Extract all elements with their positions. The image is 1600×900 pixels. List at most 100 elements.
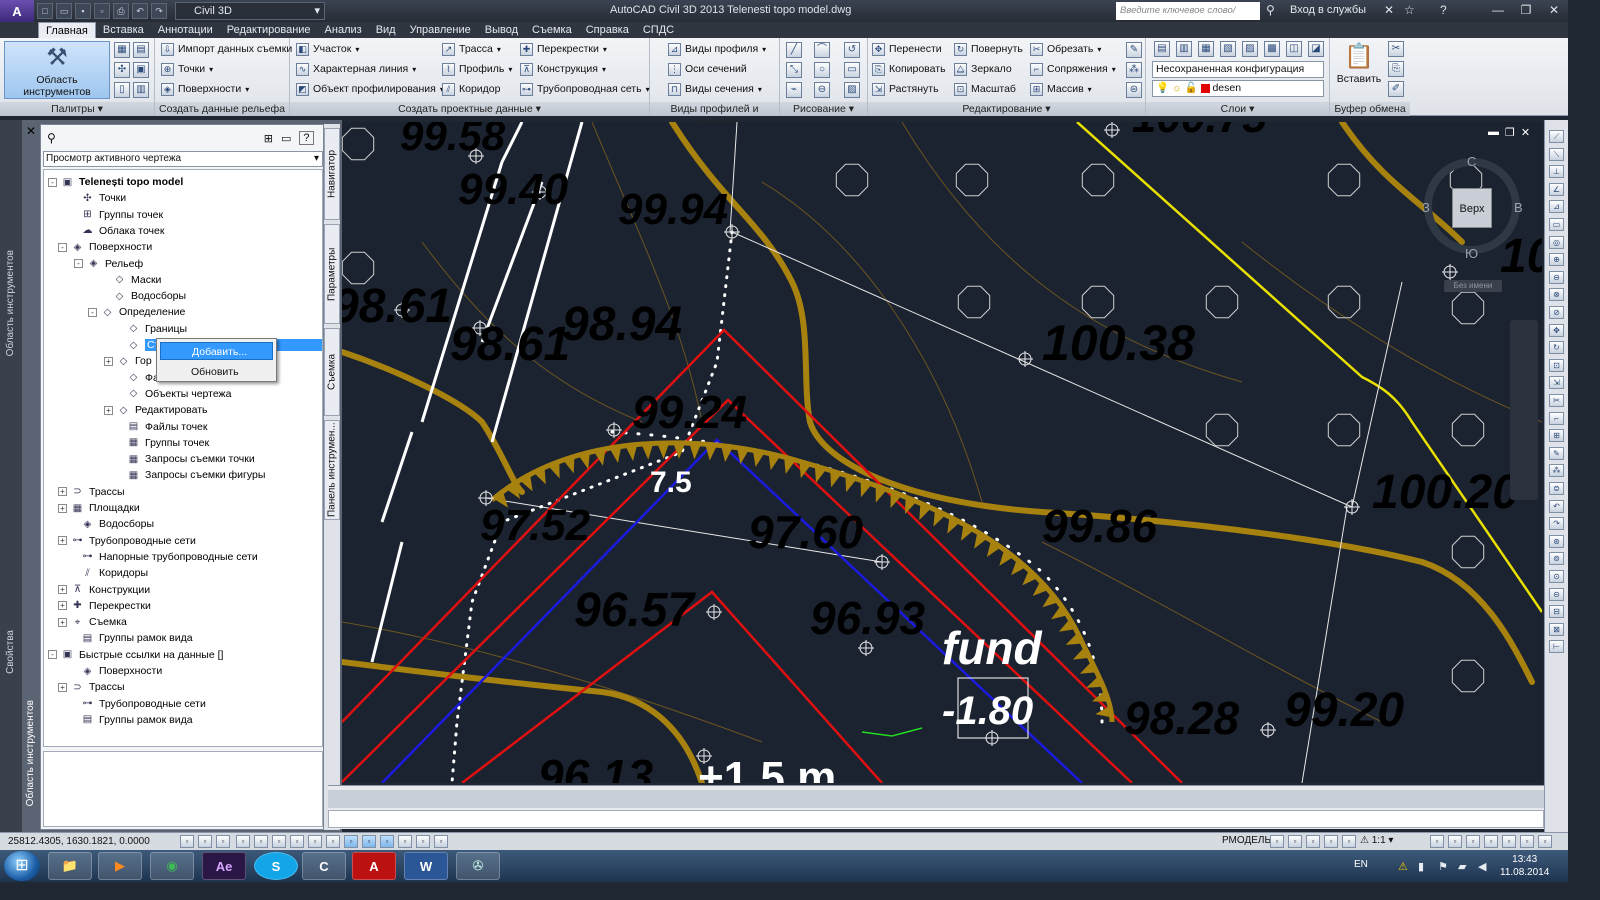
tree-node[interactable]: + ⊼ Конструкции (58, 582, 150, 598)
status-toggle-icon[interactable]: ▫ (326, 835, 340, 848)
help-toolspace-icon[interactable]: ? (299, 131, 314, 145)
tree-node[interactable]: + ◇ Редактировать (104, 402, 208, 418)
tree-node[interactable]: - ▣ Telenești topo model (48, 174, 183, 190)
strip-label-toolspace[interactable]: Область инструментов (5, 250, 16, 356)
close-icon[interactable]: ✕ (1540, 0, 1568, 20)
stretch-button[interactable]: ⇲ Растянуть (872, 80, 939, 98)
skype-icon[interactable]: S (254, 852, 298, 880)
tree-node[interactable]: ◇ Водосборы (100, 288, 186, 304)
expand-toggle-icon[interactable]: + (58, 503, 67, 513)
status-toggle-icon[interactable]: ▫ (216, 835, 230, 848)
new-file-icon[interactable]: □ (37, 3, 53, 19)
save-icon[interactable]: ▪ (75, 3, 91, 19)
tree-view-icon[interactable]: ⊞ (264, 132, 273, 145)
layer-freeze-icon[interactable]: ◫ (1286, 41, 1302, 57)
survey-icon[interactable]: ✣ (114, 62, 130, 78)
pipenet-button[interactable]: ⊶ Трубопроводная сеть ▾ (520, 80, 650, 98)
alignment-button[interactable]: ↗ Трасса ▾ (442, 40, 501, 58)
tab-toolbox[interactable]: Панель инструмен... (324, 420, 340, 520)
layer-isolate-icon[interactable]: ▨ (1242, 41, 1258, 57)
tree-node[interactable]: ✣ Точки (68, 190, 126, 206)
tree-node[interactable]: ⊶ Трубопроводные сети (68, 696, 206, 712)
binoculars-icon[interactable]: ⚲ (1266, 3, 1275, 17)
right-tool-icon[interactable]: ⊙ (1549, 570, 1564, 583)
warning-tray-icon[interactable]: ⚠ (1398, 860, 1408, 873)
app-icon[interactable]: ✇ (456, 852, 500, 880)
status-toggle-icon[interactable]: ▫ (398, 835, 412, 848)
saveas-icon[interactable]: ▫ (94, 3, 110, 19)
tree-node[interactable]: ⫽ Коридоры (68, 565, 148, 581)
status-toggle-icon[interactable]: ▫ (254, 835, 268, 848)
undo-icon[interactable]: ↶ (132, 3, 148, 19)
compass-north[interactable]: С (1467, 154, 1476, 169)
right-tool-icon[interactable]: ⊘ (1549, 306, 1564, 319)
status-tool-icon[interactable]: ▫ (1520, 835, 1534, 848)
star-icon[interactable]: ☆ (1404, 3, 1415, 17)
panel-clipboard-title[interactable]: Буфер обмена (1330, 102, 1410, 116)
tree-node[interactable]: + ⊃ Трассы (58, 484, 125, 500)
chrome-icon[interactable]: ◉ (150, 852, 194, 880)
toolbox-icon[interactable]: ▯ (114, 82, 130, 98)
right-tool-icon[interactable]: ⊜ (1549, 482, 1564, 495)
spline-icon[interactable]: ⌁ (786, 82, 802, 98)
tree-node[interactable]: ⊶ Напорные трубопроводные сети (68, 549, 258, 565)
right-tool-icon[interactable]: ⟍ (1549, 147, 1564, 161)
right-tool-icon[interactable]: ⟋ (1549, 130, 1564, 143)
line-icon[interactable]: ╱ (786, 42, 802, 58)
status-tool-icon[interactable]: ▫ (1484, 835, 1498, 848)
status-toggle-icon[interactable]: ▫ (380, 835, 394, 848)
tab-home[interactable]: Главная (38, 22, 96, 38)
expand-toggle-icon[interactable]: + (58, 487, 67, 497)
right-tool-icon[interactable]: ⊠ (1549, 622, 1564, 636)
right-tool-icon[interactable]: ✥ (1549, 323, 1564, 337)
status-tool-icon[interactable]: ▫ (1448, 835, 1462, 848)
grading-button[interactable]: ◩Объект профилирования▾ (296, 80, 444, 98)
expand-toggle-icon[interactable]: - (48, 177, 57, 187)
tab-spds[interactable]: СПДС (636, 22, 681, 38)
tree-node[interactable]: + ⊃ Трассы (58, 679, 125, 695)
paste-button[interactable]: 📋 Вставить (1336, 41, 1382, 85)
word-icon[interactable]: W (404, 852, 448, 880)
status-tool-icon[interactable]: ▫ (1342, 835, 1356, 848)
tree-node[interactable]: - ◇ Определение (88, 304, 185, 320)
status-toggle-icon[interactable]: ▫ (434, 835, 448, 848)
tree-node[interactable]: ◈ Водосборы (68, 516, 154, 532)
tree-node[interactable]: + ◇ Гор (104, 353, 152, 369)
tree-node[interactable]: ◇ Маски (100, 272, 162, 288)
status-toggle-icon[interactable]: ▫ (308, 835, 322, 848)
tab-analyze[interactable]: Анализ (318, 22, 369, 38)
status-tool-icon[interactable]: ▫ (1306, 835, 1320, 848)
right-tool-icon[interactable]: ⊡ (1549, 358, 1564, 372)
polyline2-icon[interactable]: ⤡ (786, 62, 802, 78)
parcel-button[interactable]: ◧ Участок ▾ (296, 40, 359, 58)
tree-node[interactable]: ▤ Группы рамок вида (68, 712, 193, 728)
tab-navigator[interactable]: Навигатор (324, 128, 340, 220)
panel-design-title[interactable]: Создать проектные данные ▾ (290, 102, 649, 116)
rotate-button[interactable]: ↻ Повернуть (954, 40, 1023, 58)
model-space-button[interactable]: РМОДЕЛЬ (1222, 835, 1271, 846)
volume-tray-icon[interactable]: ◀ (1478, 860, 1486, 873)
polyline-icon[interactable]: ⌒ (814, 42, 830, 58)
panel-palettes-title[interactable]: Палитры ▾ (0, 102, 154, 116)
properties-icon[interactable]: ▣ (133, 62, 149, 78)
status-toggle-icon[interactable]: ▫ (290, 835, 304, 848)
viewcube-face[interactable]: Верх (1452, 188, 1492, 228)
after-effects-icon[interactable]: Ae (202, 852, 246, 880)
layer-combo[interactable]: 💡 ☼ 🔓 desen (1152, 80, 1324, 97)
tab-help[interactable]: Справка (579, 22, 636, 38)
tree-node[interactable]: ▦ Группы точек (114, 435, 209, 451)
tab-modify[interactable]: Редактирование (220, 22, 318, 38)
context-menu-refresh[interactable]: Обновить (160, 363, 273, 381)
tree-node[interactable]: ▦ Запросы съемки фигуры (114, 467, 266, 483)
autocad-icon[interactable]: A (352, 852, 396, 880)
panel-modify-title[interactable]: Редактирование ▾ (868, 102, 1145, 116)
explorer-icon[interactable]: 📁 (48, 852, 92, 880)
expand-toggle-icon[interactable]: + (58, 536, 67, 546)
media-player-icon[interactable]: ▶ (98, 852, 142, 880)
expand-toggle-icon[interactable]: + (104, 405, 113, 415)
tree-node[interactable]: ◇ Объекты чертежа (114, 386, 232, 402)
expand-toggle-icon[interactable]: + (58, 617, 67, 627)
login-button[interactable]: Вход в службы (1290, 4, 1366, 16)
right-tool-icon[interactable]: ⇲ (1549, 376, 1564, 390)
ellipse-icon[interactable]: ⊖ (814, 82, 830, 98)
